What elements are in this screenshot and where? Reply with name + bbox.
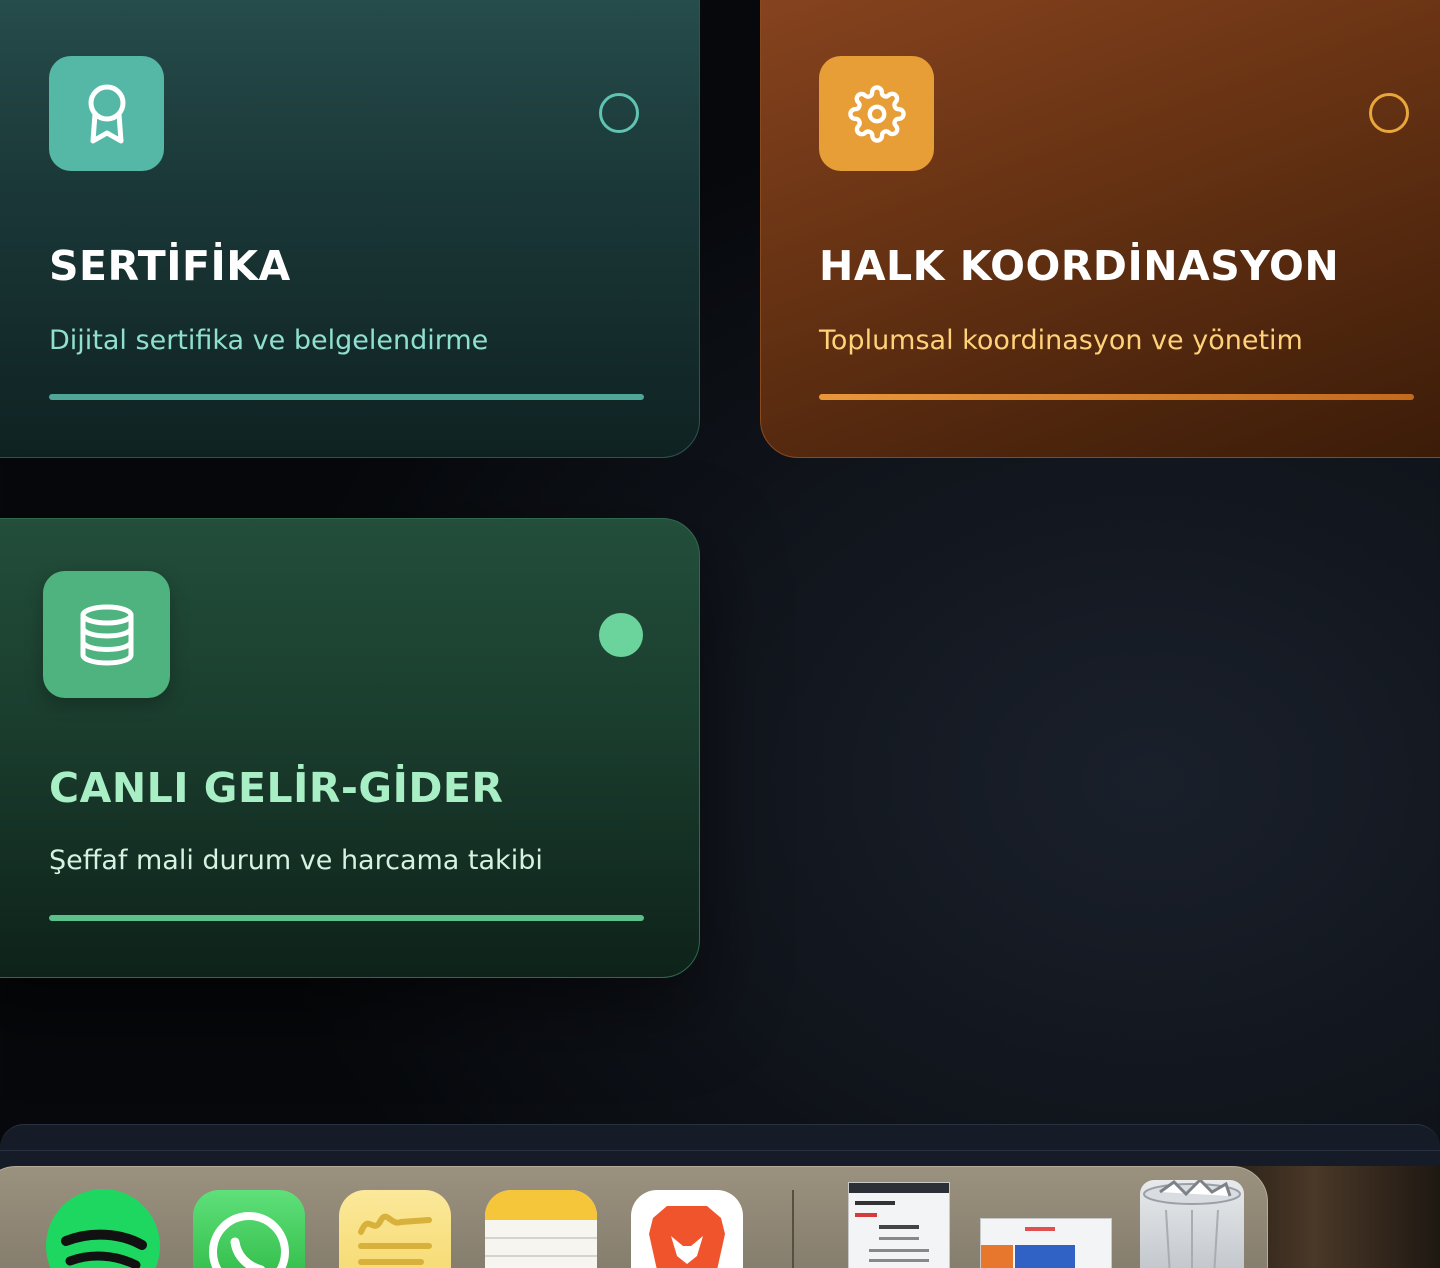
minimized-window-thumbnail[interactable] bbox=[980, 1218, 1112, 1268]
select-radio[interactable] bbox=[599, 93, 639, 133]
card-sertifika[interactable]: SERTİFİKA Dijital sertifika ve belgelend… bbox=[0, 0, 700, 458]
trash-icon[interactable] bbox=[1140, 1180, 1244, 1268]
card-description: Dijital sertifika ve belgelendirme bbox=[49, 325, 489, 356]
select-radio[interactable] bbox=[1369, 93, 1409, 133]
dock-separator bbox=[792, 1190, 794, 1268]
accent-bar bbox=[49, 915, 644, 921]
accent-bar bbox=[49, 394, 644, 400]
gear-icon bbox=[819, 56, 934, 171]
accent-bar bbox=[819, 394, 1414, 400]
award-icon bbox=[49, 56, 164, 171]
freeform-icon[interactable] bbox=[339, 1190, 451, 1268]
whatsapp-icon[interactable] bbox=[193, 1190, 305, 1268]
card-title: CANLI GELİR-GİDER bbox=[49, 764, 504, 812]
card-description: Toplumsal koordinasyon ve yönetim bbox=[819, 325, 1303, 356]
card-title: SERTİFİKA bbox=[49, 242, 291, 290]
card-description: Şeffaf mali durum ve harcama takibi bbox=[49, 845, 543, 876]
database-icon bbox=[43, 571, 170, 698]
card-canli-gelir-gider[interactable]: CANLI GELİR-GİDER Şeffaf mali durum ve h… bbox=[0, 518, 700, 978]
minimized-window-thumbnail[interactable] bbox=[848, 1182, 950, 1268]
divider bbox=[0, 1150, 1440, 1151]
brave-lion-icon[interactable] bbox=[631, 1190, 743, 1268]
selected-radio[interactable] bbox=[599, 613, 643, 657]
card-title: HALK KOORDİNASYON bbox=[819, 242, 1340, 290]
card-halk-koordinasyon[interactable]: HALK KOORDİNASYON Toplumsal koordinasyon… bbox=[760, 0, 1440, 458]
notes-icon[interactable] bbox=[485, 1190, 597, 1268]
